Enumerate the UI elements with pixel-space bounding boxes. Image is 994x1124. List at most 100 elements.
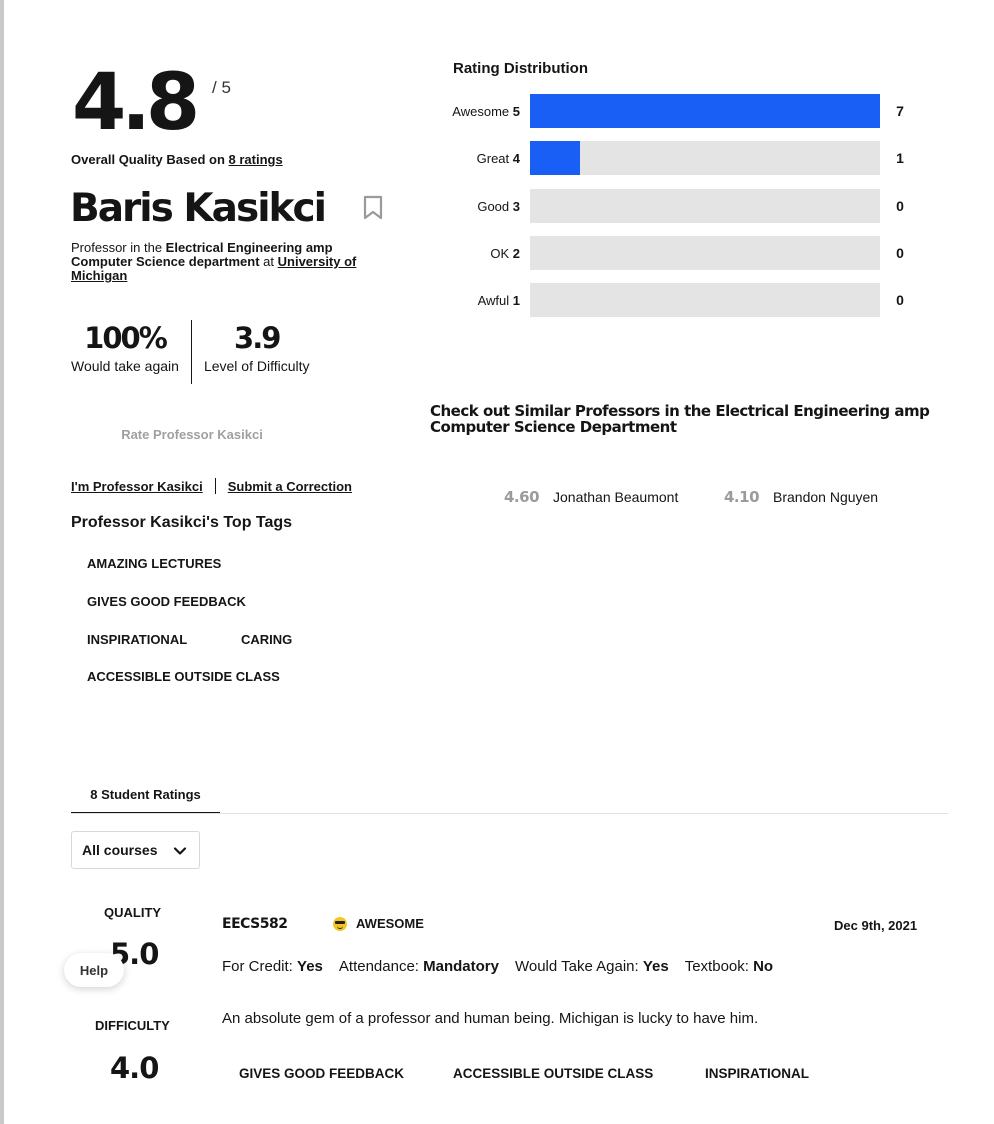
distribution-row-great: Great 4 1	[430, 141, 930, 175]
links-divider	[214, 478, 216, 494]
distribution-track	[530, 236, 880, 270]
distribution-count: 7	[896, 103, 904, 119]
distribution-row-good: Good 3 0	[430, 189, 930, 223]
rating-emotion: AWESOME	[333, 916, 424, 931]
distribution-track	[530, 141, 880, 175]
difficulty-value: 3.9	[234, 321, 281, 355]
meta-key: Would Take Again:	[514, 958, 643, 975]
similar-professor-name: Brandon Nguyen	[773, 489, 879, 505]
rating-course-code: EECS582	[222, 916, 288, 932]
similar-professor-score: 4.60	[504, 488, 540, 506]
similar-professor-name: Jonathan Beaumont	[553, 489, 679, 505]
dept-at: at	[259, 254, 278, 269]
page-left-border	[0, 0, 4, 1124]
tabs-divider	[71, 813, 948, 814]
distribution-label: Awful 1	[430, 293, 530, 308]
distribution-count: 0	[896, 292, 904, 308]
professor-name: Baris Kasikci	[70, 186, 327, 231]
distribution-bar	[530, 141, 581, 175]
meta-value: No	[753, 958, 774, 975]
similar-professor-card[interactable]: 4.10 Brandon Nguyen	[724, 488, 878, 506]
distribution-count: 0	[896, 198, 904, 214]
similar-professors-title: Check out Similar Professors in the Elec…	[430, 402, 930, 436]
rating-emotion-label: AWESOME	[356, 916, 424, 931]
distribution-count: 1	[896, 150, 904, 166]
meta-key: For Credit:	[222, 958, 298, 975]
rating-meta: For Credit: Yes Attendance: Mandatory Wo…	[222, 958, 789, 975]
distribution-level: 3	[512, 198, 520, 214]
distribution-row-ok: OK 2 0	[430, 236, 930, 270]
meta-value: Mandatory	[423, 958, 499, 975]
claim-profile-link[interactable]: I'm Professor Kasikci	[71, 479, 203, 494]
distribution-label-text: OK	[490, 245, 510, 261]
meta-value: Yes	[297, 958, 323, 975]
would-take-again: 100% Would take again	[71, 320, 179, 384]
top-tags-title: Professor Kasikci's Top Tags	[71, 514, 293, 531]
rating-distribution-title: Rating Distribution	[453, 60, 588, 77]
ratings-count-link[interactable]: 8 ratings	[229, 152, 283, 167]
top-tag: CARING	[241, 632, 293, 647]
rating-tag: INSPIRATIONAL	[705, 1066, 809, 1081]
distribution-level: 4	[512, 150, 520, 166]
overall-quality-prefix: Overall Quality Based on	[71, 152, 229, 167]
distribution-count: 0	[896, 245, 904, 261]
quality-label: QUALITY	[104, 905, 162, 920]
rating-date: Dec 9th, 2021	[834, 918, 918, 933]
meta-item: For Credit: Yes	[222, 958, 323, 975]
similar-professor-score: 4.10	[724, 488, 760, 506]
course-filter-value: All courses	[82, 842, 158, 858]
rate-professor-button[interactable]: Rate Professor Kasikci	[72, 416, 312, 452]
meta-key: Textbook:	[684, 958, 754, 975]
meta-item: Textbook: No	[685, 958, 773, 975]
difficulty-score: 4.0	[110, 1051, 159, 1085]
meta-item: Attendance: Mandatory	[339, 958, 499, 975]
distribution-label-text: Good	[477, 198, 510, 214]
distribution-label: Great 4	[430, 151, 530, 166]
overall-quality-text: Overall Quality Based on 8 ratings	[71, 152, 283, 167]
overall-score: 4.8	[72, 58, 200, 148]
bookmark-icon[interactable]	[362, 195, 384, 221]
professor-department: Professor in the Electrical Engineering …	[71, 241, 391, 283]
distribution-track	[530, 94, 880, 128]
difficulty-label: Level of Difficulty	[203, 358, 310, 374]
would-take-again-value: 100%	[84, 321, 168, 355]
meta-item: Would Take Again: Yes	[515, 958, 669, 975]
rating-tag: GIVES GOOD FEEDBACK	[239, 1066, 405, 1081]
meta-key: Attendance:	[338, 958, 424, 975]
tab-student-ratings[interactable]: 8 Student Ratings	[71, 776, 220, 814]
distribution-track	[530, 189, 880, 223]
rating-tag: ACCESSIBLE OUTSIDE CLASS	[453, 1066, 654, 1081]
difficulty-label: DIFFICULTY	[95, 1018, 170, 1033]
distribution-label-text: Awful	[477, 292, 510, 308]
distribution-label: OK 2	[430, 246, 530, 261]
difficulty-level: 3.9 Level of Difficulty	[204, 320, 310, 384]
chevron-down-icon	[173, 847, 187, 855]
submit-correction-link[interactable]: Submit a Correction	[228, 479, 352, 494]
help-button[interactable]: Help	[64, 953, 124, 987]
distribution-label: Good 3	[430, 199, 530, 214]
meta-value: Yes	[642, 958, 669, 975]
feedback-divider	[190, 320, 192, 384]
distribution-level: 2	[512, 245, 520, 261]
distribution-label-text: Awesome	[452, 103, 510, 119]
would-take-again-label: Would take again	[71, 358, 179, 374]
professor-links: I'm Professor Kasikci Submit a Correctio…	[71, 478, 352, 494]
distribution-label: Awesome 5	[430, 104, 530, 119]
distribution-row-awful: Awful 1 0	[430, 283, 930, 317]
score-out-of: / 5	[212, 78, 231, 97]
distribution-level: 1	[512, 292, 520, 308]
sunglasses-emoji-icon	[333, 916, 347, 931]
rating-comment: An absolute gem of a professor and human…	[222, 1010, 759, 1027]
feedback-summary: 100% Would take again 3.9 Level of Diffi…	[71, 320, 310, 384]
distribution-row-awesome: Awesome 5 7	[430, 94, 930, 128]
top-tag: INSPIRATIONAL	[87, 632, 188, 647]
top-tag: AMAZING LECTURES	[87, 556, 222, 571]
distribution-track	[530, 283, 880, 317]
course-filter-select[interactable]: All courses	[71, 831, 200, 869]
distribution-label-text: Great	[476, 150, 510, 166]
distribution-level: 5	[512, 103, 520, 119]
dept-prefix: Professor in the	[71, 240, 166, 255]
similar-professor-card[interactable]: 4.60 Jonathan Beaumont	[504, 488, 678, 506]
top-tag: GIVES GOOD FEEDBACK	[87, 594, 246, 609]
top-tag: ACCESSIBLE OUTSIDE CLASS	[87, 669, 280, 684]
